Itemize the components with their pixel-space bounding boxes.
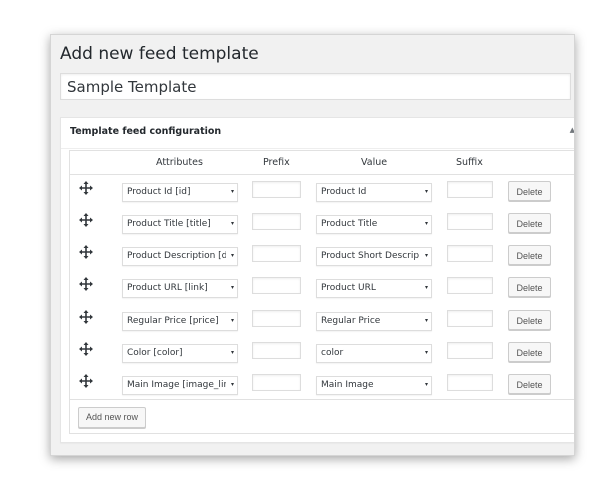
chevron-down-icon: ▾ xyxy=(230,317,234,324)
suffix-input[interactable] xyxy=(447,245,493,262)
value-select-value: Product Id xyxy=(321,187,367,197)
table-row: Main Image [image_lir ▾ Main Image ▾ Delete xyxy=(70,368,574,400)
move-icon[interactable] xyxy=(79,342,93,356)
chevron-down-icon: ▾ xyxy=(424,317,428,324)
value-select-value: Product URL xyxy=(321,283,376,293)
prefix-input[interactable] xyxy=(252,181,301,198)
delete-row-button[interactable]: Delete xyxy=(508,374,551,394)
table-footer-divider xyxy=(70,399,574,400)
move-icon[interactable] xyxy=(79,213,93,227)
move-icon[interactable] xyxy=(79,277,93,291)
attribute-select[interactable]: Product Id [id] ▾ xyxy=(122,183,238,202)
chevron-down-icon: ▾ xyxy=(230,349,234,356)
move-icon[interactable] xyxy=(79,245,93,259)
template-name-input[interactable] xyxy=(60,73,571,100)
prefix-input[interactable] xyxy=(252,310,301,327)
prefix-input[interactable] xyxy=(252,245,301,262)
attributes-table: Attributes Prefix Value Suffix Product I… xyxy=(69,150,574,434)
suffix-input[interactable] xyxy=(447,213,493,230)
config-box-title: Template feed configuration xyxy=(70,126,222,137)
value-select[interactable]: Product Title ▾ xyxy=(316,215,432,234)
chevron-down-icon: ▾ xyxy=(424,381,428,388)
chevron-down-icon: ▾ xyxy=(230,284,234,291)
chevron-down-icon: ▾ xyxy=(424,188,428,195)
prefix-input[interactable] xyxy=(252,277,301,294)
table-row: Product Title [title] ▾ Product Title ▾ Dele… xyxy=(70,207,574,239)
attribute-select[interactable]: Product Title [title] ▾ xyxy=(122,215,238,234)
chevron-down-icon: ▾ xyxy=(230,188,234,195)
header-suffix: Suffix xyxy=(456,157,483,168)
value-select-value: Product Short Descrip xyxy=(321,251,420,261)
delete-row-button[interactable]: Delete xyxy=(508,245,551,265)
chevron-down-icon: ▾ xyxy=(230,252,234,259)
chevron-down-icon: ▾ xyxy=(424,284,428,291)
feed-template-editor: Add new feed template Template feed conf… xyxy=(50,34,575,456)
suffix-input[interactable] xyxy=(447,374,493,391)
chevron-down-icon: ▾ xyxy=(230,381,234,388)
attribute-select[interactable]: Main Image [image_lir ▾ xyxy=(122,376,238,395)
attribute-select-value: Product Title [title] xyxy=(127,219,211,229)
suffix-input[interactable] xyxy=(447,310,493,327)
config-box-header[interactable]: Template feed configuration ▲ xyxy=(61,118,574,149)
header-prefix: Prefix xyxy=(263,157,290,168)
attribute-select[interactable]: Regular Price [price] ▾ xyxy=(122,312,238,331)
chevron-down-icon: ▾ xyxy=(230,220,234,227)
attribute-select[interactable]: Product Description [d ▾ xyxy=(122,247,238,266)
attribute-select-value: Regular Price [price] xyxy=(127,316,219,326)
prefix-input[interactable] xyxy=(252,342,301,359)
value-select[interactable]: Regular Price ▾ xyxy=(316,312,432,331)
delete-row-button[interactable]: Delete xyxy=(508,310,551,330)
table-row: Product URL [link] ▾ Product URL ▾ Delete xyxy=(70,271,574,303)
prefix-input[interactable] xyxy=(252,213,301,230)
value-select-value: Product Title xyxy=(321,219,378,229)
value-select[interactable]: Product Short Descrip ▾ xyxy=(316,247,432,266)
value-select[interactable]: Product URL ▾ xyxy=(316,279,432,298)
delete-row-button[interactable]: Delete xyxy=(508,213,551,233)
add-new-row-button[interactable]: Add new row xyxy=(78,407,147,428)
attribute-select-value: Product URL [link] xyxy=(127,283,208,293)
header-value: Value xyxy=(361,157,388,168)
move-icon[interactable] xyxy=(79,310,93,324)
move-icon[interactable] xyxy=(79,374,93,388)
attribute-select-value: Product Id [id] xyxy=(127,187,191,197)
table-row: Product Description [d ▾ Product Short Des… xyxy=(70,239,574,271)
attribute-select-value: Main Image [image_lir xyxy=(127,380,226,390)
value-select-value: Regular Price xyxy=(321,316,381,326)
value-select[interactable]: Product Id ▾ xyxy=(316,183,432,202)
move-icon[interactable] xyxy=(79,181,93,195)
chevron-down-icon: ▾ xyxy=(424,349,428,356)
chevron-down-icon: ▾ xyxy=(424,220,428,227)
attribute-select-value: Product Description [d xyxy=(127,251,226,261)
suffix-input[interactable] xyxy=(447,277,493,294)
delete-row-button[interactable]: Delete xyxy=(508,277,551,297)
attribute-select[interactable]: Product URL [link] ▾ xyxy=(122,279,238,298)
chevron-down-icon: ▾ xyxy=(424,252,428,259)
template-config-box: Template feed configuration ▲ Attributes… xyxy=(60,117,574,443)
table-row: Product Id [id] ▾ Product Id ▾ Delete xyxy=(70,175,574,207)
value-select-value: Main Image xyxy=(321,380,374,390)
header-attributes: Attributes xyxy=(156,157,203,168)
suffix-input[interactable] xyxy=(447,342,493,359)
collapse-arrow-icon[interactable]: ▲ xyxy=(570,126,574,134)
delete-row-button[interactable]: Delete xyxy=(508,181,551,201)
attribute-select[interactable]: Color [color] ▾ xyxy=(122,344,238,363)
table-header: Attributes Prefix Value Suffix xyxy=(70,151,574,175)
table-row: Color [color] ▾ color ▾ Delete xyxy=(70,336,574,368)
value-select-value: color xyxy=(321,348,344,358)
value-select[interactable]: color ▾ xyxy=(316,344,432,363)
value-select[interactable]: Main Image ▾ xyxy=(316,376,432,395)
suffix-input[interactable] xyxy=(447,181,493,198)
attribute-select-value: Color [color] xyxy=(127,348,183,358)
delete-row-button[interactable]: Delete xyxy=(508,342,551,362)
page-title: Add new feed template xyxy=(60,44,259,64)
prefix-input[interactable] xyxy=(252,374,301,391)
table-row: Regular Price [price] ▾ Regular Price ▾ Dele… xyxy=(70,304,574,336)
